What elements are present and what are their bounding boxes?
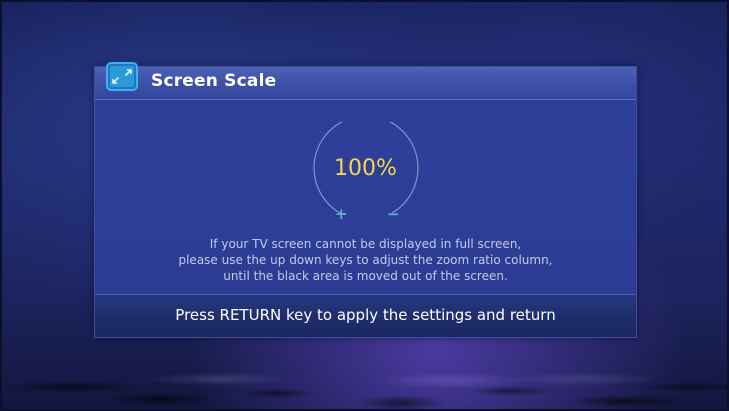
- screen-scale-icon: [106, 62, 138, 91]
- instruction-line: If your TV screen cannot be displayed in…: [209, 237, 522, 251]
- zoom-ratio-value[interactable]: 100%: [95, 156, 636, 181]
- zoom-decrease-indicator[interactable]: −: [387, 205, 400, 223]
- instruction-line: please use the up down keys to adjust th…: [178, 253, 553, 267]
- instruction-line: until the black area is moved out of the…: [223, 269, 508, 283]
- instruction-message: If your TV screen cannot be displayed in…: [95, 236, 636, 284]
- dialog-footer: Press RETURN key to apply the settings a…: [95, 294, 636, 337]
- zoom-increase-indicator[interactable]: +: [335, 205, 348, 223]
- dialog-title: Screen Scale: [151, 71, 277, 91]
- tv-screen: Screen Scale 100% + − If your TV screen …: [0, 0, 729, 411]
- background-floor-texture: [0, 331, 729, 411]
- return-hint-text: Press RETURN key to apply the settings a…: [175, 306, 556, 324]
- dialog-header: Screen Scale: [95, 62, 636, 100]
- screen-scale-dialog: Screen Scale 100% + − If your TV screen …: [94, 62, 637, 338]
